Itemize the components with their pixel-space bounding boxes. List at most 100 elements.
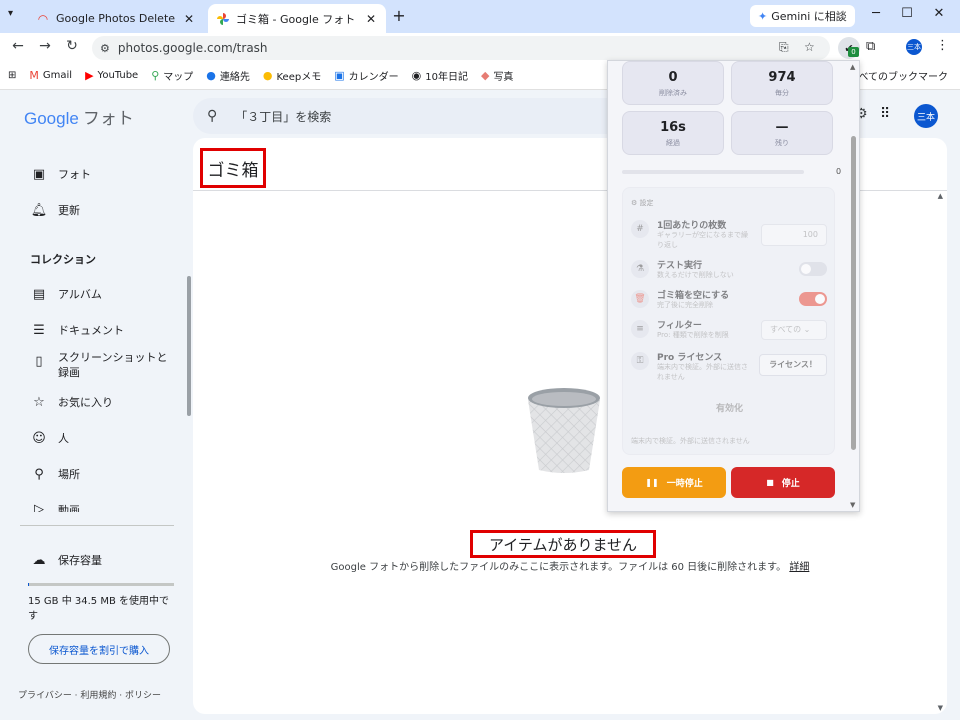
sidebar-item-label: スクリーンショットと録画 [58,351,168,379]
stat-value: 0 [668,70,678,85]
new-tab-plus-icon[interactable]: + [390,6,408,25]
minimize-icon[interactable]: ─ [866,6,886,21]
sidebar-item-updates[interactable]: 🔔︎ 更新 [30,202,80,218]
close-tab-icon[interactable]: ✕ [182,12,196,26]
google-photos-logo[interactable]: Google フォト [24,104,134,129]
sidebar-item-places[interactable]: ⚲ 場所 [30,466,80,482]
stat-remaining: — 残り [731,111,833,155]
site-settings-icon[interactable]: ⚙ [100,42,110,55]
sidebar-scrollbar[interactable] [187,276,191,416]
browser-menu-icon[interactable]: ⋮ [936,38,949,53]
sidebar-item-screenshots[interactable]: ▯ スクリーンショットと録画 [30,350,170,380]
tab-search-chevron-icon[interactable]: ▾ [8,8,13,19]
empty-trash-can-icon [528,388,600,473]
bookmark-youtube[interactable]: ▶ YouTube [85,69,138,82]
empty-trash-toggle[interactable] [799,292,827,306]
license-button[interactable]: ライセンス！ [759,354,827,376]
reload-icon[interactable]: ↻ [63,38,81,54]
sidebar-item-label: 場所 [58,468,80,481]
forward-arrow-icon[interactable]: → [36,38,54,54]
filter-select[interactable]: すべての ⌄ [761,320,827,340]
scroll-down-arrow-icon[interactable]: ▼ [938,704,943,712]
bookmark-diary[interactable]: ◉ 10年日記 [412,68,468,83]
rainbow-favicon-icon: ◠ [37,11,49,26]
scroll-up-arrow-icon[interactable]: ▲ [938,192,943,200]
progress-bar [622,170,804,174]
batch-size-input[interactable]: 100 [761,224,827,246]
sidebar-item-videos[interactable]: ▷ 動画 [30,502,80,512]
google-apps-icon[interactable]: ⠿ [880,106,890,122]
bookmark-contacts[interactable]: ● 連絡先 [206,68,250,83]
tab-photos-delete-tool[interactable]: ◠ Google Photos Delete Tool - Ch ✕ [28,4,204,33]
extensions-puzzle-icon[interactable]: ⧉ [866,39,875,54]
stop-button[interactable]: ■ 停止 [731,467,835,498]
pause-label: 一時停止 [666,479,703,489]
sidebar-item-favorites[interactable]: ☆ お気に入り [30,394,113,410]
face-icon: ☺ [32,430,46,446]
account-avatar[interactable]: 三本 [914,104,938,128]
apps-grid-icon[interactable]: ⊞ [8,70,16,81]
page-title: ゴミ箱 [200,148,266,188]
sidebar-item-people[interactable]: ☺ 人 [30,430,69,446]
progress-value: 0 [836,167,842,176]
back-arrow-icon[interactable]: ← [9,38,27,54]
sidebar-item-storage[interactable]: ☁ 保存容量 [30,552,103,568]
stat-label: 削除済み [659,89,687,97]
maps-pin-icon: ⚲ [151,69,160,82]
maximize-icon[interactable]: ☐ [897,6,917,21]
url-text: photos.google.com/trash [117,41,268,55]
pinwheel-favicon-icon [216,12,230,26]
empty-state-description: Google フォトから削除したファイルのみここに表示されます。ファイルは 60… [193,558,947,573]
storage-usage-fill [28,583,29,586]
calendar-icon: ▣ [334,69,345,82]
install-app-icon[interactable]: ⎘ [779,40,789,55]
bookmark-gmail[interactable]: M Gmail [29,69,72,82]
sidebar-item-photos[interactable]: ▣ フォト [30,166,91,182]
collections-header: コレクション [30,253,96,266]
stat-label: 毎分 [775,89,789,97]
stat-per-minute: 974 毎分 [731,61,833,105]
gemini-button[interactable]: ✦ Gemini に相談 [750,5,855,27]
storage-usage-text: 15 GB 中 34.5 MB を使用中です [28,596,169,622]
pause-icon: ❚❚ [645,478,659,487]
bookmark-label: 10年日記 [425,72,468,83]
logo-google: Google [24,109,79,128]
profile-avatar[interactable]: 三本 [906,39,922,55]
popup-scrollbar[interactable] [851,136,856,450]
all-bookmarks-label: すべてのブックマーク [849,72,948,83]
tab-trash[interactable]: ゴミ箱 - Google フォト ✕ [208,4,386,33]
pause-button[interactable]: ❚❚ 一時停止 [622,467,726,498]
stop-square-icon: ■ [766,478,774,487]
bookmark-label: YouTube [97,70,139,81]
filter-icon: ≡ [631,320,649,338]
activate-button[interactable]: 有効化 [623,401,836,414]
flask-icon: ⚗ [631,260,649,278]
popup-scroll-up-icon[interactable]: ▲ [850,63,855,71]
sidebar-item-albums[interactable]: ▤ アルバム [30,286,102,302]
search-input[interactable]: ⚲ 「３丁目」を検索 [193,98,613,134]
extension-badge: 0 [848,47,859,57]
sidebar-item-label: お気に入り [58,396,113,409]
sidebar-item-label: 動画 [58,504,80,512]
sidebar-item-documents[interactable]: ☰ ドキュメント [30,322,124,338]
bookmark-label: カレンダー [348,72,399,83]
bookmark-keep[interactable]: ● Keepメモ [263,68,321,83]
close-window-icon[interactable]: ✕ [929,6,949,21]
buy-storage-button[interactable]: 保存容量を割引で購入 [28,634,170,664]
globe-icon: ◉ [411,69,422,82]
bookmark-maps[interactable]: ⚲ マップ [151,68,193,83]
tab-title: ゴミ箱 - Google フォト [236,12,356,26]
local-verify-note: 端末内で検証。外部に送信されません [631,437,750,445]
setting-subtitle: 完了後に完全削除 [657,301,713,309]
bookmark-star-icon[interactable]: ☆ [804,40,815,54]
footer-links[interactable]: プライバシー · 利用規約 · ポリシー [18,688,161,701]
bookmark-calendar[interactable]: ▣ カレンダー [334,68,398,83]
bookmark-photos[interactable]: ◆ 写真 [481,68,513,83]
details-link[interactable]: 詳細 [789,562,809,573]
sidebar-item-label: アルバム [58,288,102,301]
popup-scroll-down-icon[interactable]: ▼ [850,501,855,509]
dry-run-toggle[interactable] [799,262,827,276]
address-bar[interactable]: ⚙ photos.google.com/trash [92,36,830,60]
sidebar-item-label: 人 [58,432,69,445]
close-tab-icon[interactable]: ✕ [364,12,378,26]
